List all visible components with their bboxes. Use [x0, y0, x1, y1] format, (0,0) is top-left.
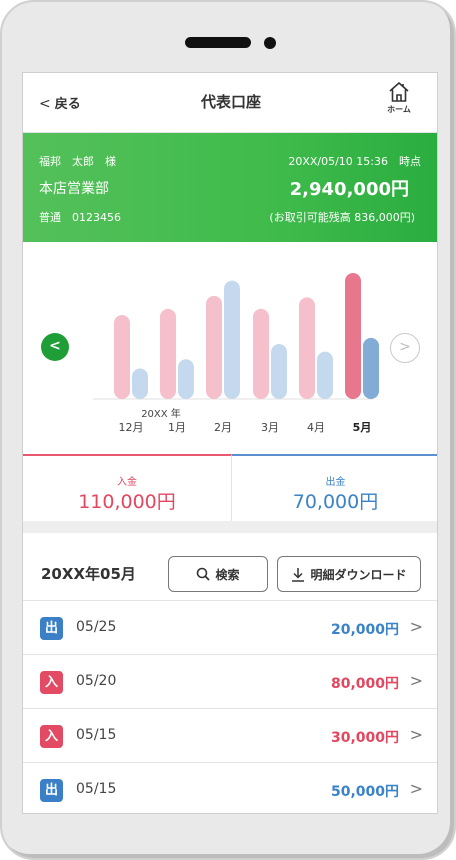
- deposit-value: 110,000円: [78, 491, 176, 513]
- account-owner: 福邦 太郎 様: [39, 155, 116, 168]
- home-icon: [389, 82, 409, 102]
- withdrawal-bar-4[interactable]: [271, 344, 287, 399]
- search-label: 検索: [215, 567, 240, 582]
- withdrawal-bar-1[interactable]: [132, 368, 148, 399]
- deposit-bar-2[interactable]: [160, 308, 176, 399]
- transaction-row[interactable]: 出 05/15 50,000円 >: [23, 763, 437, 813]
- search-icon: [197, 567, 211, 581]
- deposit-bar-6[interactable]: [345, 273, 361, 399]
- available-balance: (お取引可能残高 836,000円): [269, 211, 415, 224]
- month-tick-label: 5月: [353, 421, 372, 434]
- withdrawal-bar-5[interactable]: [317, 351, 333, 399]
- transaction-date: 05/15: [76, 781, 117, 797]
- speaker-grille: [185, 37, 251, 48]
- monthly-chart: 12月 1月 2月 3月 4月 5月 20XX 年 < >: [23, 242, 437, 454]
- home-label: ホーム: [387, 105, 411, 114]
- transaction-date: 05/15: [76, 727, 117, 743]
- account-card: 福邦 太郎 様 20XX/05/10 15:36 時点 本店営業部 2,940,…: [23, 133, 437, 242]
- transaction-amount: 80,000円: [330, 676, 399, 692]
- account-balance: 2,940,000円: [289, 179, 409, 200]
- deposit-bar-5[interactable]: [299, 297, 315, 399]
- account-number: 普通 0123456: [39, 211, 121, 224]
- prev-month-button[interactable]: <: [41, 333, 69, 361]
- transaction-list: 出 05/25 20,000円 > 入 05/20 80,000円 > 入 05…: [23, 601, 437, 813]
- page-title: 代表口座: [200, 93, 261, 111]
- withdrawal-summary[interactable]: 出金 70,000円: [231, 454, 437, 521]
- transaction-row[interactable]: 出 05/25 20,000円 >: [23, 601, 437, 655]
- transaction-date: 05/25: [76, 619, 117, 635]
- transaction-type-badge: 出: [40, 617, 63, 640]
- transaction-row[interactable]: 入 05/20 80,000円 >: [23, 655, 437, 709]
- month-tick-label: 2月: [214, 421, 232, 434]
- month-tick-label: 1月: [168, 421, 186, 434]
- transaction-amount: 30,000円: [330, 730, 399, 746]
- branch-name: 本店営業部: [39, 181, 109, 197]
- home-button[interactable]: ホーム: [379, 81, 419, 115]
- phone-frame: < 戻る 代表口座 ホーム 福邦 太郎 様 20XX/05/10 15:36 時点…: [0, 0, 456, 860]
- transaction-type-badge: 入: [40, 725, 63, 748]
- transaction-type-badge: 出: [40, 779, 63, 802]
- app-screen: < 戻る 代表口座 ホーム 福邦 太郎 様 20XX/05/10 15:36 時点…: [22, 72, 438, 814]
- transaction-type-badge: 入: [40, 671, 63, 694]
- balance-timestamp: 20XX/05/10 15:36 時点: [288, 155, 421, 168]
- deposit-bar-1[interactable]: [114, 315, 130, 399]
- transaction-amount: 50,000円: [330, 784, 399, 800]
- transaction-amount: 20,000円: [330, 622, 399, 638]
- transaction-row[interactable]: 入 05/15 30,000円 >: [23, 709, 437, 763]
- download-statement-button[interactable]: 明細ダウンロード: [277, 556, 421, 592]
- chevron-right-icon: >: [409, 671, 423, 690]
- month-tick-label: 12月: [119, 421, 144, 434]
- search-button[interactable]: 検索: [168, 556, 268, 592]
- withdrawal-label: 出金: [325, 477, 346, 488]
- month-tick-label: 3月: [261, 421, 279, 434]
- app-header: < 戻る 代表口座 ホーム: [23, 73, 437, 133]
- next-month-button[interactable]: >: [390, 333, 420, 363]
- month-summary: 入金 110,000円 出金 70,000円: [23, 454, 437, 521]
- withdrawal-value: 70,000円: [292, 491, 379, 513]
- deposit-bar-3[interactable]: [206, 295, 222, 399]
- download-label: 明細ダウンロード: [310, 567, 407, 582]
- transaction-date: 05/20: [76, 673, 117, 689]
- month-tick-label: 4月: [307, 421, 325, 434]
- chart-svg: 12月 1月 2月 3月 4月 5月 20XX 年: [93, 273, 379, 434]
- chevron-right-icon: >: [409, 779, 423, 798]
- transactions-header: 20XX年05月 検索 明細ダウンロード: [23, 533, 437, 601]
- withdrawal-bar-3[interactable]: [224, 280, 240, 399]
- year-label: 20XX 年: [141, 407, 181, 420]
- month-title: 20XX年05月: [41, 565, 136, 583]
- withdrawal-bar-2[interactable]: [178, 359, 194, 399]
- front-camera: [264, 37, 276, 49]
- withdrawal-bar-6[interactable]: [363, 337, 379, 399]
- download-icon: [292, 567, 305, 582]
- chevron-right-icon: >: [409, 617, 423, 636]
- deposit-label: 入金: [117, 477, 137, 488]
- section-divider: [23, 521, 437, 533]
- chevron-right-icon: >: [409, 725, 423, 744]
- deposit-bar-4[interactable]: [253, 308, 269, 399]
- deposit-summary[interactable]: 入金 110,000円: [23, 454, 231, 521]
